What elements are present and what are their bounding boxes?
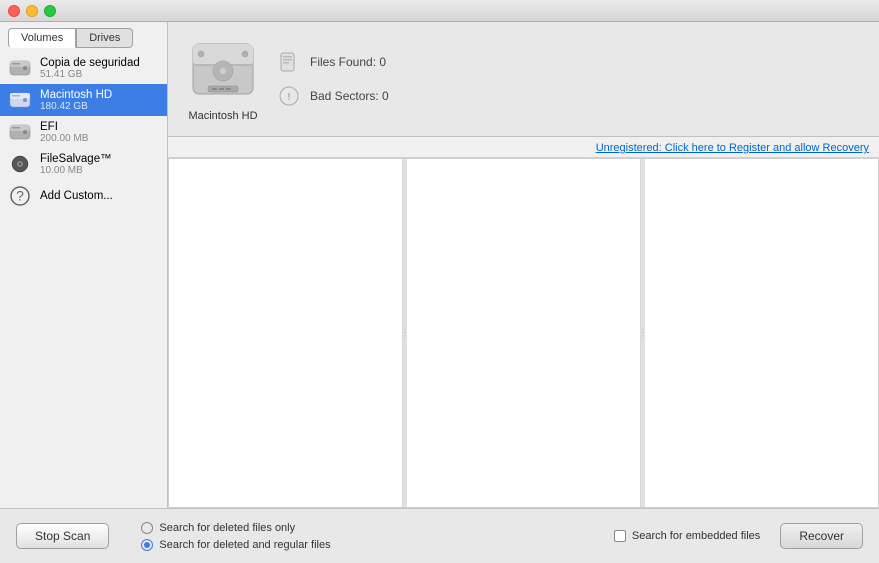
minimize-button[interactable]	[26, 5, 38, 17]
files-found-label: Files Found: 0	[310, 55, 386, 69]
traffic-lights	[8, 5, 56, 17]
svg-text:!: !	[288, 92, 291, 103]
filesalvage-icon	[8, 152, 32, 176]
sidebar-item-add-custom[interactable]: ? Add Custom...	[0, 180, 167, 212]
drive-image: Macintosh HD	[188, 36, 258, 122]
files-found-row: Files Found: 0	[278, 51, 389, 73]
tab-volumes[interactable]: Volumes	[8, 28, 76, 48]
search-deleted-only-option[interactable]: Search for deleted files only	[141, 522, 594, 534]
sidebar-item-copia-subtitle: 51.41 GB	[40, 69, 140, 80]
bad-sectors-label: Bad Sectors: 0	[310, 89, 389, 103]
content-area: Macintosh HD Files Found: 0	[168, 22, 879, 508]
sidebar-item-copia-title: Copia de seguridad	[40, 57, 140, 69]
tab-bar: Volumes Drives	[0, 22, 167, 48]
search-embedded-label: Search for embedded files	[632, 530, 760, 542]
sidebar-item-efi[interactable]: EFI 200.00 MB	[0, 116, 167, 148]
maximize-button[interactable]	[44, 5, 56, 17]
sidebar-item-efi-title: EFI	[40, 121, 88, 133]
bottom-right: Recover	[780, 523, 863, 549]
tab-drives[interactable]: Drives	[76, 28, 133, 48]
drive-info-panel: Macintosh HD Files Found: 0	[168, 22, 879, 137]
search-deleted-regular-option[interactable]: Search for deleted and regular files	[141, 539, 594, 551]
sidebar-item-add-custom-text: Add Custom...	[40, 190, 113, 202]
sidebar-item-macintosh-hd-subtitle: 180.42 GB	[40, 101, 112, 112]
sidebar-item-efi-subtitle: 200.00 MB	[40, 133, 88, 144]
sidebar-item-filesalvage-title: FileSalvage™	[40, 153, 112, 165]
drive-name-label: Macintosh HD	[188, 110, 257, 122]
table-column-3	[645, 159, 878, 507]
sidebar-item-copia[interactable]: Copia de seguridad 51.41 GB	[0, 52, 167, 84]
bad-sectors-row: ! Bad Sectors: 0	[278, 85, 389, 107]
efi-icon	[8, 120, 32, 144]
recover-button[interactable]: Recover	[780, 523, 863, 549]
sidebar-item-efi-text: EFI 200.00 MB	[40, 121, 88, 144]
sidebar-item-macintosh-hd-text: Macintosh HD 180.42 GB	[40, 89, 112, 112]
title-bar	[0, 0, 879, 22]
sidebar: Volumes Drives Copia de segu	[0, 22, 168, 508]
drive-large-icon	[188, 36, 258, 106]
reg-link[interactable]: Unregistered: Click here to Register and…	[596, 142, 869, 154]
sidebar-item-add-custom-title: Add Custom...	[40, 190, 113, 202]
search-options: Search for deleted files only Search for…	[129, 522, 594, 551]
main-area: Volumes Drives Copia de segu	[0, 22, 879, 508]
reg-bar: Unregistered: Click here to Register and…	[168, 137, 879, 158]
close-button[interactable]	[8, 5, 20, 17]
table-column-1	[169, 159, 403, 507]
sidebar-item-filesalvage[interactable]: FileSalvage™ 10.00 MB	[0, 148, 167, 180]
hdd-icon	[8, 56, 32, 80]
file-table-area	[168, 158, 879, 508]
sidebar-item-copia-text: Copia de seguridad 51.41 GB	[40, 57, 140, 80]
stop-scan-button[interactable]: Stop Scan	[16, 523, 109, 549]
table-column-2	[407, 159, 641, 507]
svg-text:?: ?	[16, 188, 24, 204]
files-found-icon	[278, 51, 300, 73]
sidebar-item-macintosh-hd-title: Macintosh HD	[40, 89, 112, 101]
search-deleted-only-radio[interactable]	[141, 522, 153, 534]
bad-sectors-icon: !	[278, 85, 300, 107]
sidebar-item-filesalvage-subtitle: 10.00 MB	[40, 165, 112, 176]
bottom-bar: Stop Scan Search for deleted files only …	[0, 508, 879, 563]
search-deleted-regular-radio[interactable]	[141, 539, 153, 551]
sidebar-list: Copia de seguridad 51.41 GB	[0, 48, 167, 508]
search-embedded-checkbox-option[interactable]: Search for embedded files	[614, 530, 760, 542]
sidebar-item-filesalvage-text: FileSalvage™ 10.00 MB	[40, 153, 112, 176]
app-container: Volumes Drives Copia de segu	[0, 22, 879, 563]
search-deleted-regular-label: Search for deleted and regular files	[159, 539, 330, 551]
hdd-selected-icon	[8, 88, 32, 112]
sidebar-item-macintosh-hd[interactable]: Macintosh HD 180.42 GB	[0, 84, 167, 116]
search-embedded-checkbox[interactable]	[614, 530, 626, 542]
search-deleted-only-label: Search for deleted files only	[159, 522, 295, 534]
add-custom-icon: ?	[8, 184, 32, 208]
drive-stats: Files Found: 0 ! Bad Sectors: 0	[278, 51, 389, 107]
embedded-files-option[interactable]: Search for embedded files	[614, 530, 760, 542]
